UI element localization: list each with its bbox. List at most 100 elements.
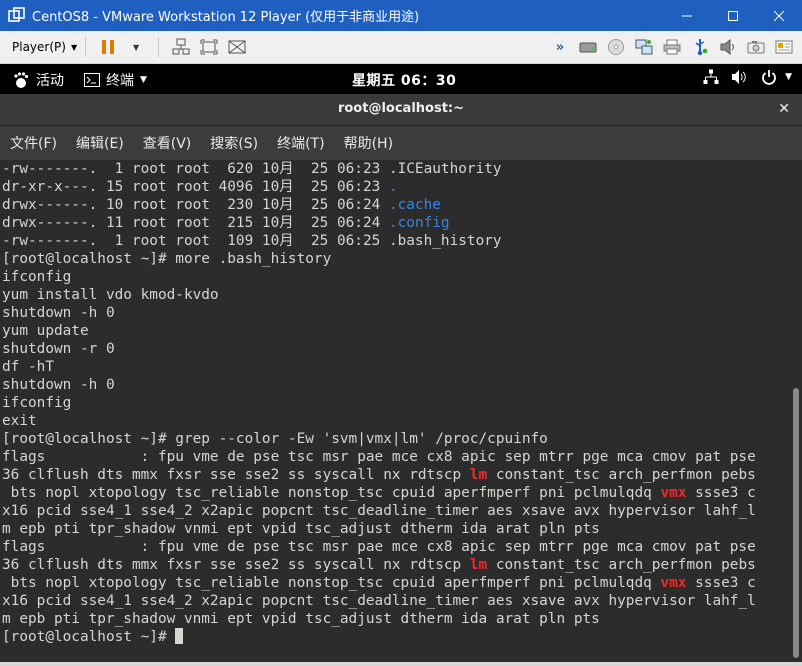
terminal-text: 36 clflush dts mmx fxsr sse sse2 ss sysc… bbox=[2, 557, 470, 573]
usb-device[interactable] bbox=[689, 36, 711, 58]
chevron-down-icon: ▼ bbox=[70, 42, 78, 52]
terminal-line: ifconfig bbox=[0, 268, 790, 286]
network-wired-icon bbox=[703, 69, 719, 84]
close-icon: ✕ bbox=[778, 101, 790, 117]
terminal-line: df -hT bbox=[0, 358, 790, 376]
menu-search[interactable]: 搜索(S) bbox=[200, 133, 267, 153]
network-computer-icon bbox=[172, 38, 190, 55]
camera-icon bbox=[747, 41, 765, 54]
terminal-line: ifconfig bbox=[0, 394, 790, 412]
terminal-text: flags : fpu vme de pse tsc msr pae mce c… bbox=[2, 449, 756, 465]
sound-card-device[interactable] bbox=[717, 36, 739, 58]
maximize-button[interactable] bbox=[710, 0, 756, 31]
terminal-close-button[interactable]: ✕ bbox=[778, 101, 790, 117]
pause-dropdown[interactable]: ▼ bbox=[125, 36, 147, 58]
cd-dvd-device[interactable] bbox=[605, 36, 627, 58]
menu-view[interactable]: 查看(V) bbox=[133, 133, 201, 153]
unity-mode-icon bbox=[228, 40, 246, 54]
window-title: CentOS8 - VMware Workstation 12 Player (… bbox=[32, 10, 420, 25]
send-ctrl-alt-del-button[interactable] bbox=[170, 36, 192, 58]
terminal-scrollbar[interactable] bbox=[790, 160, 802, 662]
terminal-text: exit bbox=[2, 413, 37, 429]
camera-device[interactable] bbox=[745, 36, 767, 58]
terminal-text: x16 pcid sse4_1 sse4_2 x2apic popcnt tsc… bbox=[2, 503, 756, 519]
scrollbar-thumb[interactable] bbox=[793, 388, 799, 658]
vmware-titlebar: CentOS8 - VMware Workstation 12 Player (… bbox=[0, 0, 802, 31]
chevron-down-icon: ▼ bbox=[140, 75, 147, 85]
clock[interactable]: 星期五 06：30 bbox=[352, 70, 456, 90]
terminal-line: flags : fpu vme de pse tsc msr pae mce c… bbox=[0, 538, 790, 556]
player-menu-label: Player(P) bbox=[12, 40, 66, 54]
system-menu[interactable]: ▼ bbox=[703, 69, 792, 85]
terminal-line: shutdown -r 0 bbox=[0, 340, 790, 358]
network-adapter-icon bbox=[635, 39, 653, 55]
grep-match: vmx bbox=[660, 575, 687, 591]
terminal-line: yum install vdo kmod-kvdo bbox=[0, 286, 790, 304]
text-cursor bbox=[175, 628, 184, 644]
terminal-text: yum update bbox=[2, 323, 89, 339]
terminal-line: x16 pcid sse4_1 sse4_2 x2apic popcnt tsc… bbox=[0, 502, 790, 520]
terminal-line: bts nopl xtopology tsc_reliable nonstop_… bbox=[0, 484, 790, 502]
fullscreen-icon bbox=[200, 39, 218, 55]
terminal-text: drwx------. 10 root root 230 10月 25 06:2… bbox=[2, 197, 389, 213]
terminal-text: drwx------. 11 root root 215 10月 25 06:2… bbox=[2, 215, 389, 231]
terminal-headerbar: root@localhost:~ ✕ bbox=[0, 94, 802, 126]
terminal-text: -rw-------. 1 root root 109 10月 25 06:25… bbox=[2, 233, 502, 249]
terminal-text: constant_tsc arch_perfmon pebs bbox=[487, 467, 756, 483]
terminal-line: m epb pti tpr_shadow vnmi ept vpid tsc_a… bbox=[0, 520, 790, 538]
terminal-title: root@localhost:~ bbox=[337, 101, 465, 116]
terminal-line: x16 pcid sse4_1 sse4_2 x2apic popcnt tsc… bbox=[0, 592, 790, 610]
terminal-line: -rw-------. 1 root root 109 10月 25 06:25… bbox=[0, 232, 790, 250]
terminal-text: constant_tsc arch_perfmon pebs bbox=[487, 557, 756, 573]
printer-icon bbox=[663, 39, 681, 55]
hard-disk-icon bbox=[579, 42, 597, 53]
terminal-text: ssse3 c bbox=[686, 485, 756, 501]
maximize-icon bbox=[728, 10, 738, 21]
terminal-line: shutdown -h 0 bbox=[0, 304, 790, 322]
fullscreen-button[interactable] bbox=[198, 36, 220, 58]
minimize-icon bbox=[682, 15, 692, 16]
terminal-app-label: 终端 bbox=[106, 73, 134, 89]
menu-file[interactable]: 文件(F) bbox=[0, 133, 66, 153]
terminal-text: x16 pcid sse4_1 sse4_2 x2apic popcnt tsc… bbox=[2, 593, 756, 609]
activities-label: 活动 bbox=[36, 73, 64, 89]
terminal-app-menu[interactable]: 终端 ▼ bbox=[84, 70, 147, 90]
unity-button[interactable] bbox=[226, 36, 248, 58]
terminal-line: flags : fpu vme de pse tsc msr pae mce c… bbox=[0, 448, 790, 466]
hard-disk-device[interactable] bbox=[577, 36, 599, 58]
power-icon bbox=[762, 70, 776, 85]
toolbar-divider bbox=[158, 37, 160, 57]
terminal-line: 36 clflush dts mmx fxsr sse sse2 ss sysc… bbox=[0, 466, 790, 484]
terminal-line: 36 clflush dts mmx fxsr sse sse2 ss sysc… bbox=[0, 556, 790, 574]
terminal-output[interactable]: -rw-------. 1 root root 620 10月 25 06:23… bbox=[0, 160, 790, 662]
terminal-text: m epb pti tpr_shadow vnmi ept vpid tsc_a… bbox=[2, 521, 600, 537]
vmware-logo-icon bbox=[8, 6, 25, 22]
menu-terminal[interactable]: 终端(T) bbox=[267, 133, 333, 153]
cd-icon bbox=[608, 39, 624, 55]
menu-edit[interactable]: 编辑(E) bbox=[66, 133, 133, 153]
terminal-line: [root@localhost ~]# bbox=[0, 628, 790, 646]
terminal-text: [root@localhost ~]# grep --color -Ew 'sv… bbox=[2, 431, 548, 447]
activities-button[interactable]: 活动 bbox=[12, 70, 64, 90]
network-adapter-device[interactable] bbox=[633, 36, 655, 58]
menu-help[interactable]: 帮助(H) bbox=[334, 133, 402, 153]
window-bottom-border bbox=[0, 662, 802, 666]
close-window-button[interactable] bbox=[756, 0, 802, 31]
message-log-button[interactable] bbox=[773, 36, 795, 58]
terminal-text: -rw-------. 1 root root 620 10月 25 06:23… bbox=[2, 161, 502, 177]
printer-device[interactable] bbox=[661, 36, 683, 58]
volume-icon bbox=[732, 70, 746, 84]
terminal-text: dr-xr-x---. 15 root root 4096 10月 25 06:… bbox=[2, 179, 389, 195]
terminal-text: yum install vdo kmod-kvdo bbox=[2, 287, 219, 303]
minimize-button[interactable] bbox=[664, 0, 710, 31]
player-menu[interactable]: Player(P) ▼ bbox=[12, 40, 77, 54]
chevron-down-icon: ▼ bbox=[785, 72, 792, 82]
pause-button[interactable] bbox=[97, 36, 119, 58]
directory-name: . bbox=[388, 179, 398, 195]
terminal-text: bts nopl xtopology tsc_reliable nonstop_… bbox=[2, 575, 661, 591]
terminal-text: df -hT bbox=[2, 359, 54, 375]
message-icon bbox=[775, 40, 793, 54]
grep-match: vmx bbox=[660, 485, 687, 501]
expand-devices-button[interactable]: » bbox=[549, 36, 571, 58]
terminal-text: m epb pti tpr_shadow vnmi ept vpid tsc_a… bbox=[2, 611, 600, 627]
